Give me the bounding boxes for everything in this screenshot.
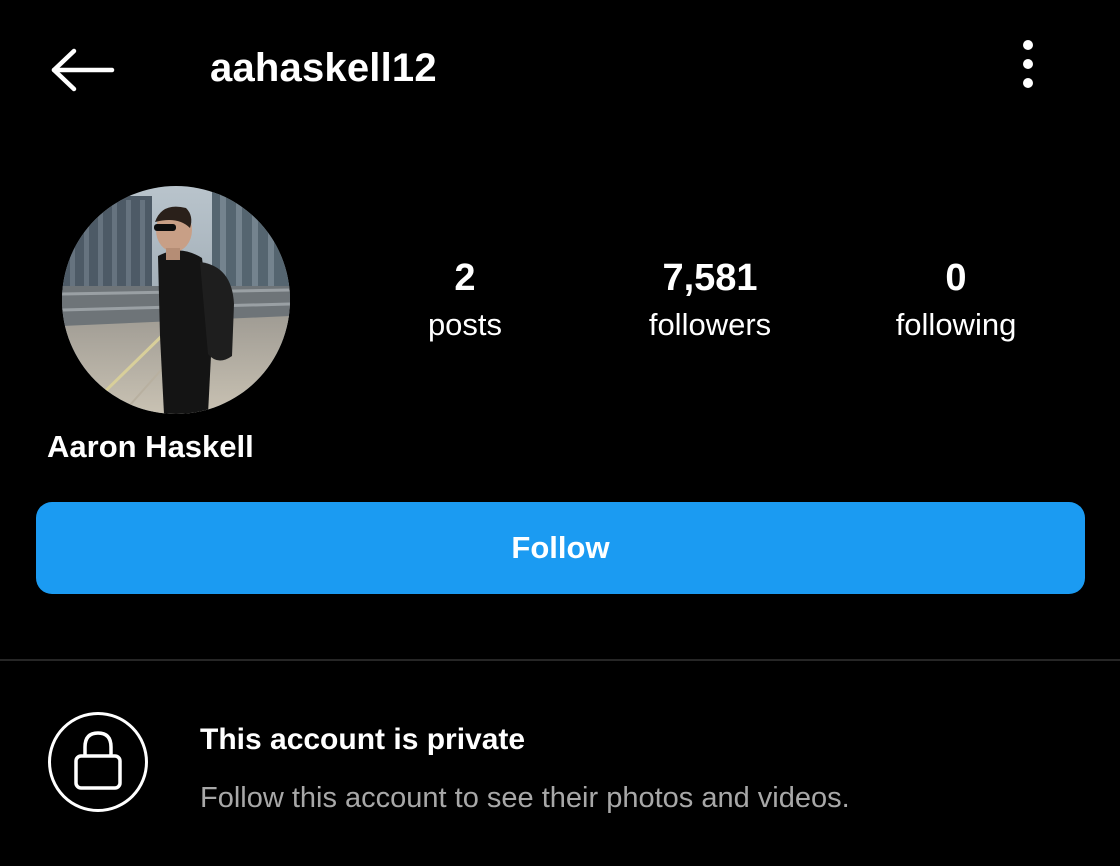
following-stat[interactable]: 0 following xyxy=(846,255,1066,345)
profile-username: aahaskell12 xyxy=(210,46,437,90)
private-account-subtitle: Follow this account to see their photos … xyxy=(200,782,850,814)
follow-button[interactable]: Follow xyxy=(36,502,1085,594)
vertical-ellipsis-icon xyxy=(1022,39,1034,94)
lock-icon xyxy=(70,729,126,796)
arrow-left-icon xyxy=(48,48,116,97)
back-button[interactable] xyxy=(40,38,124,106)
posts-stat[interactable]: 2 posts xyxy=(355,255,575,345)
top-bar: aahaskell12 xyxy=(0,0,1120,140)
followers-count: 7,581 xyxy=(662,257,758,299)
followers-stat[interactable]: 7,581 followers xyxy=(600,255,820,345)
private-account-title: This account is private xyxy=(200,723,526,756)
posts-label: posts xyxy=(427,307,503,342)
section-divider xyxy=(0,659,1120,661)
more-options-button[interactable] xyxy=(1004,34,1052,98)
private-lock-badge xyxy=(48,712,148,812)
followers-label: followers xyxy=(648,307,772,342)
following-label: following xyxy=(895,307,1017,342)
profile-full-name: Aaron Haskell xyxy=(47,429,254,464)
posts-count: 2 xyxy=(454,257,476,299)
following-count: 0 xyxy=(945,257,967,299)
profile-avatar[interactable] xyxy=(62,186,290,414)
profile-screen: aahaskell12 2 posts 7,581 followers 0 fo… xyxy=(0,0,1120,866)
